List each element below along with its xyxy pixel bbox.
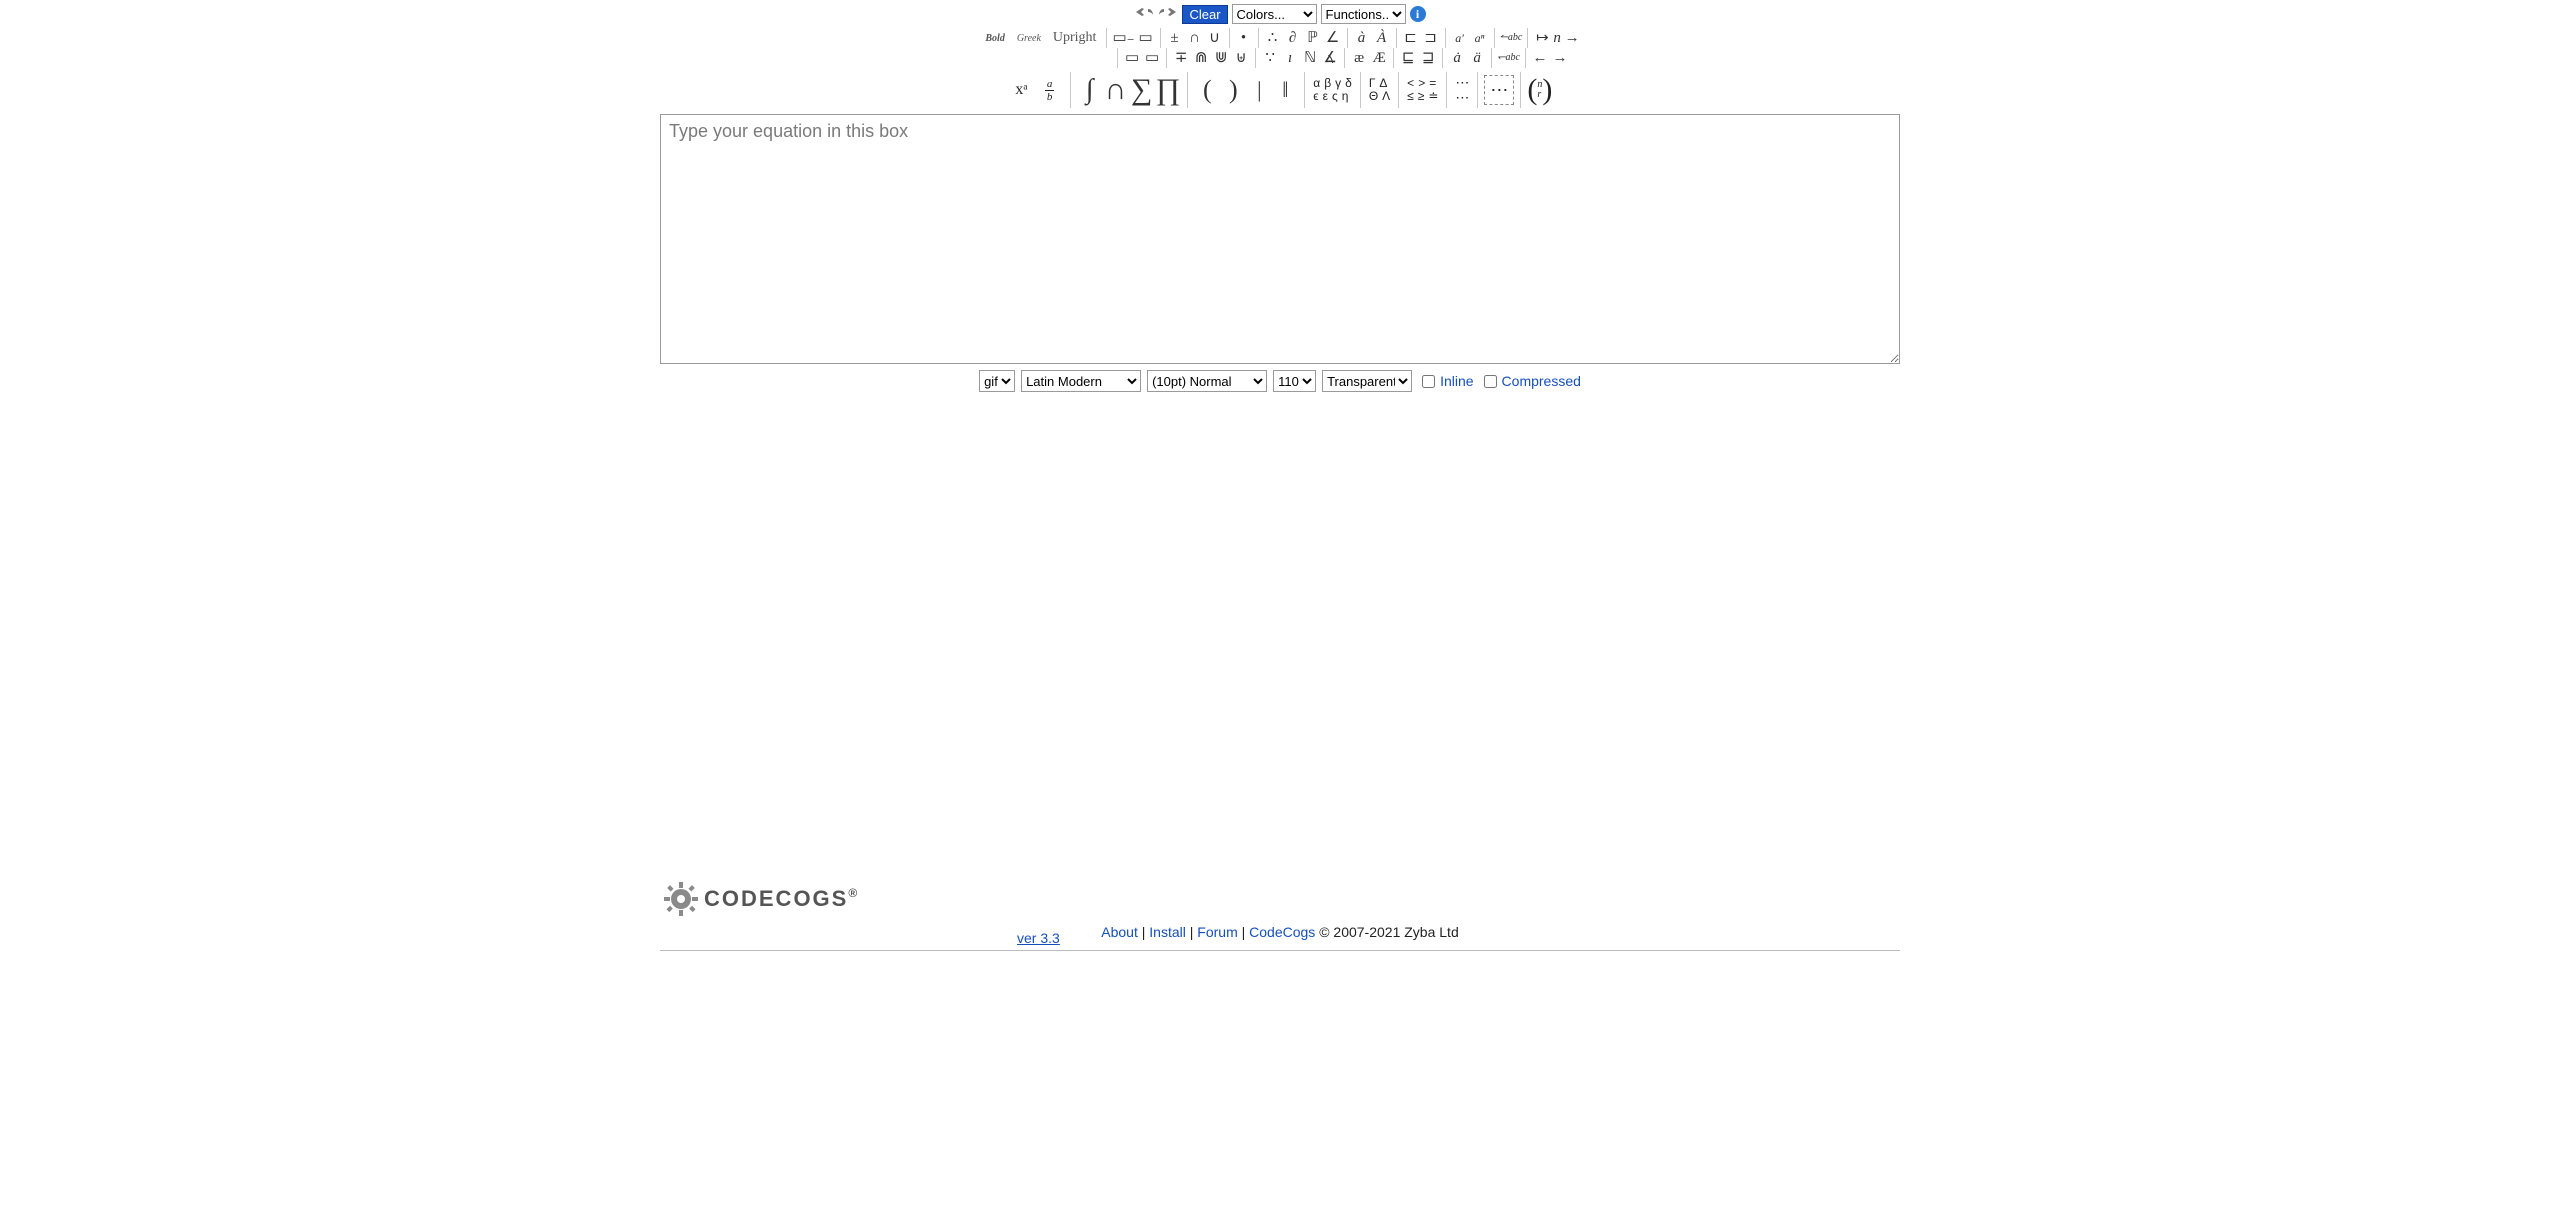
inline-link[interactable]: Inline bbox=[1440, 373, 1473, 389]
palette-cap[interactable]: ∩ bbox=[1185, 29, 1205, 47]
palette-box-sub[interactable]: ▭₋ bbox=[1111, 29, 1135, 47]
palette-addot[interactable]: ä bbox=[1467, 49, 1487, 67]
output-options: gif Latin Modern (10pt) Normal 110 Trans… bbox=[660, 370, 1900, 392]
palette-measuredangle[interactable]: ∡ bbox=[1320, 49, 1340, 67]
palette-bigcap[interactable]: ∩ bbox=[1103, 81, 1129, 99]
brand-logo: CODECOGS® bbox=[664, 882, 1900, 916]
palette-sum[interactable]: ∑ bbox=[1129, 81, 1155, 99]
palette-super[interactable]: aⁿ bbox=[1470, 29, 1490, 47]
palette-mapsto[interactable]: ↦ bbox=[1532, 29, 1552, 47]
palette-AE[interactable]: Æ bbox=[1369, 49, 1389, 67]
palette-rparen[interactable]: ) bbox=[1220, 81, 1246, 99]
palette-agrave[interactable]: à bbox=[1352, 29, 1372, 47]
frac-den: b bbox=[1047, 91, 1053, 103]
undo-button[interactable] bbox=[1134, 6, 1154, 22]
font-select[interactable]: Latin Modern bbox=[1021, 370, 1141, 392]
forum-link[interactable]: Forum bbox=[1197, 924, 1237, 940]
palette-binomial[interactable]: ( nr ) bbox=[1527, 73, 1552, 107]
style-upright-button[interactable]: Upright bbox=[1047, 28, 1103, 48]
palette-cup[interactable]: ∪ bbox=[1205, 29, 1225, 47]
palette-partial[interactable]: ∂ bbox=[1283, 29, 1303, 47]
palette-minusplus[interactable]: ∓ bbox=[1171, 49, 1191, 67]
equation-input[interactable] bbox=[660, 114, 1900, 364]
frac-num: a bbox=[1045, 78, 1055, 91]
palette-bbN[interactable]: ℕ bbox=[1300, 49, 1320, 67]
palette-sqsubset[interactable]: ⊏ bbox=[1401, 29, 1421, 47]
palette-sqsubseteq[interactable]: ⊑ bbox=[1398, 49, 1418, 67]
palette-therefore[interactable]: ∴ bbox=[1263, 29, 1283, 47]
palette-dots[interactable]: ⋯ ⋯ bbox=[1453, 75, 1471, 106]
clear-button[interactable]: Clear bbox=[1182, 5, 1227, 24]
colors-select[interactable]: Colors... bbox=[1232, 4, 1317, 24]
palette-overleftharpoon[interactable]: ↼abc bbox=[1499, 29, 1524, 47]
palette-matrix[interactable]: ⋯ bbox=[1484, 75, 1514, 105]
palette-Agrave[interactable]: À bbox=[1372, 29, 1392, 47]
palette-integral[interactable]: ∫ bbox=[1077, 81, 1103, 99]
redo-button[interactable] bbox=[1158, 6, 1178, 22]
functions-select[interactable]: Functions... bbox=[1321, 4, 1406, 24]
palette-greek-lower[interactable]: αβγδ ϵεςη bbox=[1311, 77, 1354, 103]
style-bold-button[interactable]: Bold bbox=[979, 28, 1010, 48]
palette-bbP[interactable]: ℙ bbox=[1303, 29, 1323, 47]
background-select[interactable]: Transparent bbox=[1322, 370, 1412, 392]
gear-icon bbox=[664, 882, 698, 916]
palette-prod[interactable]: ∏ bbox=[1155, 81, 1182, 99]
toolbar: Clear Colors... Functions... i bbox=[660, 4, 1900, 24]
palette-overrightharpoon[interactable]: ↽abc bbox=[1496, 49, 1521, 67]
palette-sqsupset[interactable]: ⊐ bbox=[1421, 29, 1441, 47]
footer-separator bbox=[660, 950, 1900, 951]
footer: CODECOGS® About | Install | Forum | Code… bbox=[660, 882, 1900, 946]
palette-norm[interactable]: ‖ bbox=[1272, 81, 1298, 99]
palette-Cap[interactable]: ⋒ bbox=[1191, 49, 1211, 67]
style-greek-button[interactable]: Greek bbox=[1011, 28, 1047, 48]
size-select[interactable]: (10pt) Normal bbox=[1147, 370, 1267, 392]
compressed-checkbox[interactable] bbox=[1484, 375, 1497, 388]
palette-ae[interactable]: æ bbox=[1349, 49, 1369, 67]
codecogs-link[interactable]: CodeCogs bbox=[1249, 924, 1315, 940]
install-link[interactable]: Install bbox=[1149, 924, 1186, 940]
palette-adot[interactable]: ȧ bbox=[1447, 49, 1467, 67]
compressed-link[interactable]: Compressed bbox=[1502, 373, 1581, 389]
palette-power[interactable]: xᵃ bbox=[1008, 73, 1036, 107]
copyright-text: © 2007-2021 Zyba Ltd bbox=[1319, 924, 1459, 940]
palette-bullet[interactable]: • bbox=[1234, 29, 1254, 47]
palette-lparen[interactable]: ( bbox=[1194, 81, 1220, 99]
about-link[interactable]: About bbox=[1101, 924, 1138, 940]
palette-bar[interactable]: | bbox=[1246, 81, 1272, 99]
dpi-select[interactable]: 110 bbox=[1273, 370, 1316, 392]
palette-sqsupseteq[interactable]: ⊒ bbox=[1418, 49, 1438, 67]
inline-checkbox[interactable] bbox=[1422, 375, 1435, 388]
footer-links: About | Install | Forum | CodeCogs © 200… bbox=[660, 924, 1900, 940]
format-select[interactable]: gif bbox=[979, 370, 1015, 392]
palette-Cup[interactable]: ⋓ bbox=[1211, 49, 1231, 67]
palette-plusminus[interactable]: ± bbox=[1165, 29, 1185, 47]
palette-box2b[interactable]: ▭ bbox=[1142, 49, 1162, 67]
palette-uplus[interactable]: ⊎ bbox=[1231, 49, 1251, 67]
palette-box2a[interactable]: ▭ bbox=[1122, 49, 1142, 67]
palette-greek-upper[interactable]: ΓΔ ΘΛ bbox=[1367, 77, 1392, 103]
palette-because[interactable]: ∵ bbox=[1260, 49, 1280, 67]
palette-prime[interactable]: a′ bbox=[1450, 29, 1470, 47]
version-link[interactable]: ver 3.3 bbox=[1017, 930, 1060, 946]
brand-text: CODECOGS® bbox=[704, 886, 859, 912]
info-icon[interactable]: i bbox=[1410, 6, 1426, 22]
palette-fraction[interactable]: a b bbox=[1036, 73, 1064, 107]
palette-imath[interactable]: ı bbox=[1280, 49, 1300, 67]
palette-leftarrow[interactable]: ← bbox=[1530, 49, 1550, 67]
palette-relations[interactable]: <>= ≤≥≐ bbox=[1405, 77, 1440, 103]
symbol-palette: BoldGreek Upright ▭₋ ▭ ± ∩ ∪ • ∴ ∂ ℙ ∠ bbox=[660, 28, 1900, 108]
palette-box[interactable]: ▭ bbox=[1136, 29, 1156, 47]
palette-rightarrow[interactable]: → bbox=[1550, 49, 1570, 67]
palette-angle[interactable]: ∠ bbox=[1323, 29, 1343, 47]
palette-n-to[interactable]: n → bbox=[1552, 29, 1580, 47]
